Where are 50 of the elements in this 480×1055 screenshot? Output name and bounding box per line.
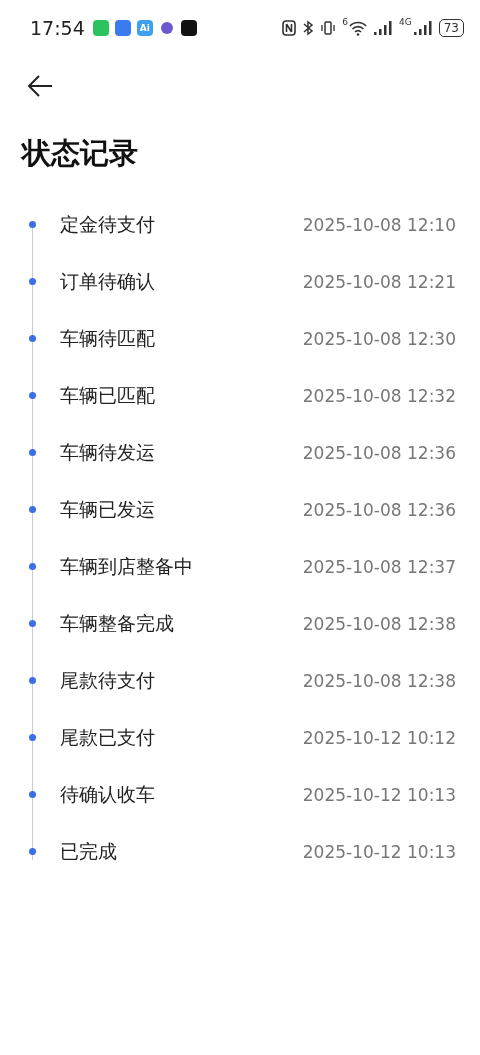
timeline-dot bbox=[29, 734, 36, 741]
status-time: 2025-10-08 12:10 bbox=[302, 214, 456, 235]
timeline-dot bbox=[29, 791, 36, 798]
status-label: 车辆待发运 bbox=[60, 439, 156, 465]
timeline-dot bbox=[29, 677, 36, 684]
status-time: 2025-10-08 12:30 bbox=[302, 328, 456, 349]
nfc-icon bbox=[282, 20, 297, 36]
status-time: 2025-10-12 10:13 bbox=[302, 784, 456, 805]
status-time: 2025-10-08 12:32 bbox=[302, 385, 456, 406]
timeline-dot bbox=[29, 278, 36, 285]
vibrate-icon bbox=[320, 20, 337, 36]
status-label: 车辆整备完成 bbox=[60, 610, 175, 636]
timeline-dot bbox=[29, 506, 36, 513]
status-time: 2025-10-08 12:38 bbox=[302, 613, 456, 634]
status-time: 2025-10-08 12:21 bbox=[302, 271, 456, 292]
timeline-dot bbox=[29, 449, 36, 456]
wifi-icon bbox=[349, 20, 367, 36]
app-icon bbox=[180, 20, 197, 36]
battery-indicator: 73 bbox=[438, 19, 464, 37]
status-label: 订单待确认 bbox=[60, 268, 156, 294]
status-time: 2025-10-12 10:12 bbox=[302, 727, 456, 748]
timeline-dot bbox=[29, 848, 36, 855]
status-label: 尾款已支付 bbox=[60, 724, 156, 750]
wifi-generation-label: 6 bbox=[342, 17, 348, 27]
status-time: 2025-10-12 10:13 bbox=[302, 841, 456, 862]
status-time: 2025-10-08 12:37 bbox=[302, 556, 456, 577]
signal-icon bbox=[412, 20, 433, 36]
timeline-dot bbox=[29, 221, 36, 228]
status-label: 车辆到店整备中 bbox=[60, 553, 194, 579]
status-label: 待确认收车 bbox=[60, 781, 156, 807]
status-label: 定金待支付 bbox=[60, 211, 156, 237]
status-time: 2025-10-08 12:36 bbox=[302, 499, 456, 520]
signal-icon bbox=[373, 20, 393, 36]
clock: 17:54 bbox=[30, 17, 85, 39]
status-label: 车辆已匹配 bbox=[60, 382, 156, 408]
timeline-dot bbox=[29, 335, 36, 342]
timeline-dot bbox=[29, 392, 36, 399]
status-label: 车辆已发运 bbox=[60, 496, 156, 522]
ai-app-icon: Ai bbox=[136, 20, 153, 36]
app-icon bbox=[160, 22, 173, 34]
network-label: 4G bbox=[399, 17, 412, 27]
status-label: 已完成 bbox=[60, 838, 118, 864]
page-title: 状态记录 bbox=[22, 135, 139, 172]
status-label: 尾款待支付 bbox=[60, 667, 156, 693]
timeline-dot bbox=[29, 563, 36, 570]
timeline-dot bbox=[29, 620, 36, 627]
status-time: 2025-10-08 12:36 bbox=[302, 442, 456, 463]
status-label: 车辆待匹配 bbox=[60, 325, 156, 351]
bluetooth-icon bbox=[302, 20, 315, 36]
status-time: 2025-10-08 12:38 bbox=[302, 670, 456, 691]
